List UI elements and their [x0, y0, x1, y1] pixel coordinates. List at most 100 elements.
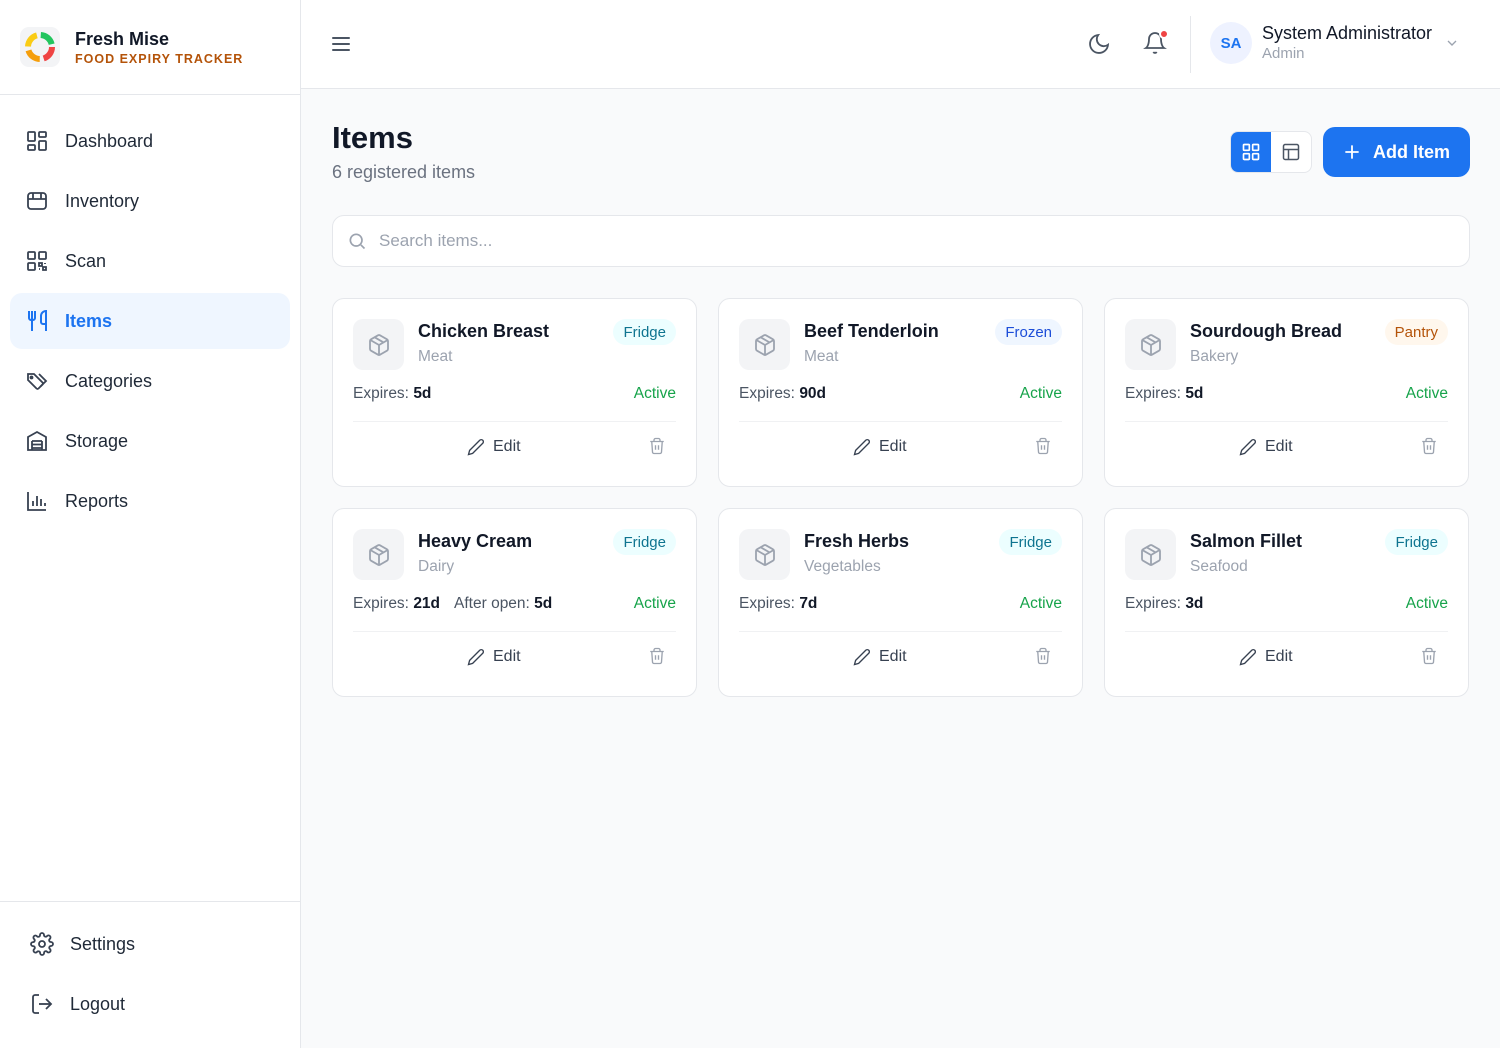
item-name: Heavy Cream	[418, 531, 533, 551]
edit-label: Edit	[879, 648, 907, 665]
trash-icon[interactable]	[648, 437, 666, 455]
sidebar-item-label: Scan	[65, 250, 107, 271]
expires-label: Expires:	[1125, 385, 1181, 402]
storage-badge: Pantry	[1384, 319, 1448, 345]
edit-button[interactable]: Edit	[1239, 435, 1293, 459]
item-category: Vegetables	[804, 558, 881, 575]
brand[interactable]: Fresh Mise FOOD EXPIRY TRACKER	[0, 0, 300, 95]
item-name: Salmon Fillet	[1190, 531, 1303, 551]
sidebar-bottom: Settings Logout	[0, 901, 300, 1036]
item-category: Bakery	[1190, 348, 1239, 365]
item-expiry: Expires: 3d	[1125, 595, 1203, 613]
page-title: Items	[332, 120, 413, 155]
qr-code-icon	[27, 251, 47, 271]
item-card: Sourdough Bread Bakery Pantry Expires: 5…	[1104, 298, 1469, 487]
item-expiry: Expires: 21d After open: 5d	[353, 595, 552, 613]
card-divider	[353, 631, 676, 632]
sidebar-item-label: Inventory	[65, 190, 140, 211]
sidebar-item-label: Storage	[65, 430, 129, 451]
trash-icon[interactable]	[1034, 647, 1052, 665]
user-menu[interactable]: SA System Administrator Admin	[1210, 22, 1460, 64]
edit-label: Edit	[1265, 438, 1293, 455]
expires-label: Expires:	[1125, 595, 1181, 612]
sidebar-item-label: Reports	[65, 490, 129, 511]
sidebar-item-reports[interactable]: Reports	[10, 473, 290, 529]
storage-badge: Fridge	[999, 529, 1062, 555]
status-badge: Active	[1405, 595, 1448, 612]
bar-chart-icon	[27, 492, 46, 511]
edit-button[interactable]: Edit	[853, 645, 907, 669]
items-grid: Chicken Breast Meat Fridge Expires: 5d A…	[332, 298, 1470, 697]
storage-badge: Fridge	[613, 529, 676, 555]
item-category: Dairy	[418, 558, 455, 575]
page-subtitle: 6 registered items	[332, 162, 476, 182]
item-expiry: Expires: 90d	[739, 385, 826, 403]
package-icon	[739, 319, 790, 370]
expires-value: 5d	[413, 385, 432, 402]
sidebar-item-items[interactable]: Items	[10, 293, 290, 349]
search-bar	[332, 215, 1470, 267]
gear-icon	[30, 932, 54, 956]
storage-badge: Fridge	[1385, 529, 1448, 555]
card-divider	[739, 631, 1062, 632]
item-name: Sourdough Bread	[1190, 321, 1342, 341]
logout-icon	[32, 994, 53, 1014]
header-divider	[1190, 16, 1191, 73]
sidebar-item-dashboard[interactable]: Dashboard	[10, 113, 290, 169]
grid-view-button[interactable]	[1231, 132, 1271, 172]
edit-button[interactable]: Edit	[467, 645, 521, 669]
status-badge: Active	[633, 385, 676, 402]
user-role: Admin	[1262, 45, 1305, 62]
edit-button[interactable]: Edit	[853, 435, 907, 459]
search-icon	[349, 233, 366, 250]
sidebar-item-label: Settings	[70, 933, 136, 954]
edit-label: Edit	[1265, 648, 1293, 665]
utensils-icon	[28, 309, 47, 331]
trash-icon[interactable]	[1420, 437, 1438, 455]
item-card: Heavy Cream Dairy Fridge Expires: 21d Aft…	[332, 508, 697, 697]
after-open-value: 5d	[534, 595, 553, 612]
pencil-icon	[853, 439, 870, 456]
edit-button[interactable]: Edit	[1239, 645, 1293, 669]
tags-icon	[27, 373, 48, 390]
chevron-down-icon	[1447, 40, 1457, 46]
item-expiry: Expires: 7d	[739, 595, 817, 613]
card-divider	[1125, 421, 1448, 422]
trash-icon[interactable]	[1420, 647, 1438, 665]
trash-icon[interactable]	[648, 647, 666, 665]
hamburger-menu-icon[interactable]	[329, 32, 353, 56]
sidebar-item-inventory[interactable]: Inventory	[10, 173, 290, 229]
sidebar-item-label: Categories	[65, 370, 153, 391]
storage-badge: Frozen	[995, 319, 1062, 345]
edit-button[interactable]: Edit	[467, 435, 521, 459]
trash-icon[interactable]	[1034, 437, 1052, 455]
sidebar-item-storage[interactable]: Storage	[10, 413, 290, 469]
item-expiry: Expires: 5d	[1125, 385, 1203, 403]
item-name: Fresh Herbs	[804, 531, 910, 551]
expires-label: Expires:	[353, 385, 409, 402]
status-badge: Active	[633, 595, 676, 612]
expires-label: Expires:	[739, 385, 795, 402]
item-expiry: Expires: 5d	[353, 385, 431, 403]
status-badge: Active	[1405, 385, 1448, 402]
package-icon	[739, 529, 790, 580]
card-divider	[1125, 631, 1448, 632]
expires-value: 5d	[1185, 385, 1204, 402]
moon-icon[interactable]	[1087, 32, 1111, 56]
item-name: Chicken Breast	[418, 321, 550, 341]
add-item-button[interactable]: Add Item	[1323, 127, 1470, 177]
sidebar-item-categories[interactable]: Categories	[10, 353, 290, 409]
plus-icon	[1345, 145, 1359, 159]
sidebar-item-settings[interactable]: Settings	[10, 916, 290, 972]
avatar: SA	[1210, 22, 1252, 64]
table-view-button[interactable]	[1271, 132, 1311, 172]
pencil-icon	[467, 649, 484, 666]
item-category: Seafood	[1190, 558, 1248, 575]
search-input[interactable]	[379, 231, 1379, 251]
pencil-icon	[1239, 439, 1256, 456]
item-category: Meat	[418, 348, 453, 365]
item-name: Beef Tenderloin	[804, 321, 939, 341]
sidebar-item-logout[interactable]: Logout	[10, 976, 290, 1032]
pencil-icon	[467, 439, 484, 456]
sidebar-item-scan[interactable]: Scan	[10, 233, 290, 289]
